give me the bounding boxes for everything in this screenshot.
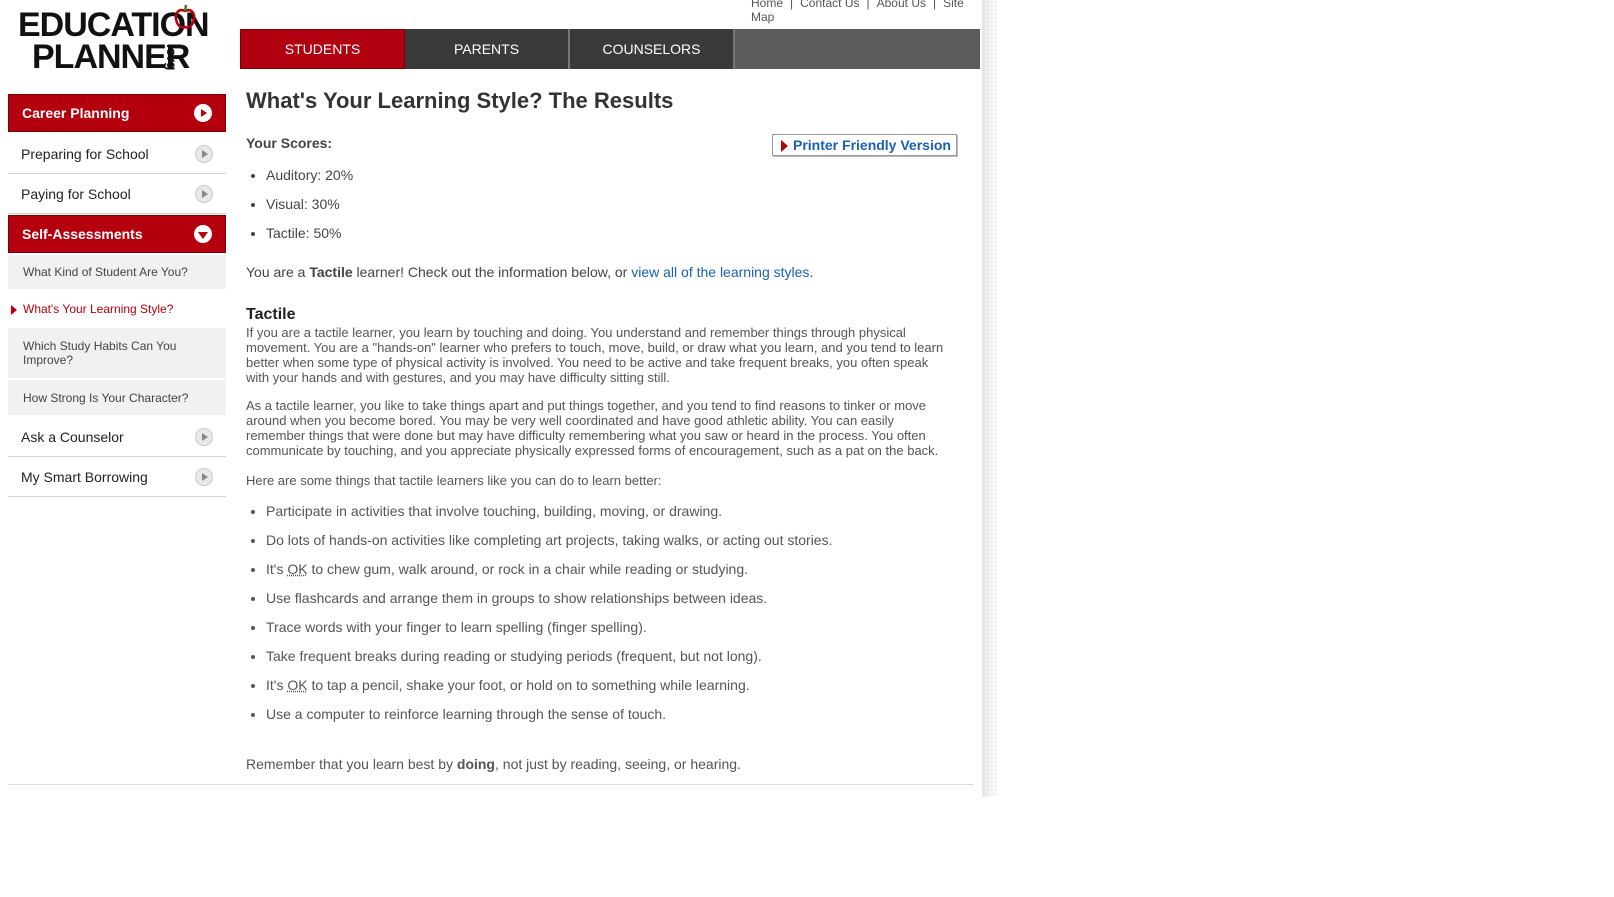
play-icon <box>194 104 212 122</box>
sidebar-item-label: Self-Assessments <box>22 226 143 242</box>
list-item: Do lots of hands-on activities like comp… <box>266 532 832 561</box>
score-label: Tactile: <box>266 225 310 241</box>
footer-divider <box>8 784 974 785</box>
list-item: Use flashcards and arrange them in group… <box>266 590 832 619</box>
closing-end: , not just by reading, seeing, or hearin… <box>495 756 741 772</box>
list-item: It's OK to tap a pencil, shake your foot… <box>266 677 832 706</box>
paragraph-3: Here are some things that tactile learne… <box>246 473 662 488</box>
its-text: It's <box>266 677 284 693</box>
closing-pre: Remember that you learn best by <box>246 756 457 772</box>
tab-parents[interactable]: PARENTS <box>405 29 570 69</box>
sidebar-item-label: Career Planning <box>22 105 130 121</box>
score-label: Visual: <box>266 196 308 212</box>
section-title: Tactile <box>246 306 296 323</box>
separator: | <box>790 0 794 10</box>
main-nav-tabs: STUDENTS PARENTS COUNSELORS <box>240 29 980 69</box>
closing-text: Remember that you learn best by doing, n… <box>246 756 741 772</box>
play-icon <box>195 467 213 486</box>
play-icon <box>195 427 213 446</box>
sidebar-item-paying-for-school[interactable]: Paying for School <box>8 174 226 214</box>
list-item: Auditory: 20% <box>266 167 353 196</box>
score-value: 20% <box>325 167 354 183</box>
page-title: What's Your Learning Style? The Results <box>246 88 674 113</box>
sub-item-character[interactable]: How Strong Is Your Character? <box>8 380 226 417</box>
sub-item-learning-style[interactable]: What's Your Learning Style? <box>8 291 226 328</box>
page: EDUCATION PLANNER .org Home | Contact Us | A… <box>0 0 982 797</box>
view-all-learning-styles-link[interactable]: view all of the learning styles <box>631 264 809 280</box>
list-item: Participate in activities that involve t… <box>266 503 832 532</box>
scores-list: Auditory: 20% Visual: 30% Tactile: 50% <box>246 167 353 254</box>
sidebar-item-self-assessments[interactable]: Self-Assessments <box>8 215 226 253</box>
tip-text: to chew gum, walk around, or rock in a c… <box>311 561 749 577</box>
tab-students[interactable]: STUDENTS <box>240 29 405 69</box>
ok-abbr: OK <box>287 561 308 577</box>
tip-text: to tap a pencil, shake your foot, or hol… <box>311 677 750 693</box>
play-icon <box>195 184 213 203</box>
paragraph-2: As a tactile learner, you like to take t… <box>246 398 939 458</box>
sidebar: Career Planning Preparing for School Pay… <box>8 94 226 497</box>
list-item: It's OK to chew gum, walk around, or roc… <box>266 561 832 590</box>
home-link[interactable]: Home <box>751 0 783 10</box>
list-item: Trace words with your finger to learn sp… <box>266 619 832 648</box>
closing-bold: doing <box>456 756 495 772</box>
printer-friendly-button[interactable]: Printer Friendly Version <box>772 134 957 156</box>
sidebar-item-label: Paying for School <box>21 185 131 202</box>
result-intro: You are a Tactile learner! Check out the… <box>246 264 813 280</box>
learning-style-result: Tactile <box>309 264 353 280</box>
ok-abbr: OK <box>287 677 308 693</box>
page-gutter <box>982 0 998 797</box>
play-icon <box>195 144 213 163</box>
score-value: 30% <box>311 196 340 212</box>
chevron-down-icon <box>194 225 212 243</box>
education-planner-logo[interactable]: EDUCATION PLANNER .org <box>18 4 218 74</box>
sidebar-item-career-planning[interactable]: Career Planning <box>8 94 226 132</box>
separator: | <box>866 0 870 10</box>
score-label: Auditory: <box>266 167 322 183</box>
apple-icon <box>174 4 196 29</box>
sidebar-item-my-smart-borrowing[interactable]: My Smart Borrowing <box>8 457 226 497</box>
separator: | <box>932 0 937 10</box>
sidebar-item-ask-a-counselor[interactable]: Ask a Counselor <box>8 417 226 457</box>
sub-item-student-kind[interactable]: What Kind of Student Are You? <box>8 255 226 291</box>
tips-list: Participate in activities that involve t… <box>246 503 832 735</box>
top-links: Home | Contact Us | About Us | Site Map <box>751 0 982 24</box>
list-item: Visual: 30% <box>266 196 353 225</box>
intro-text: . <box>809 264 814 280</box>
scores-label: Your Scores: <box>246 135 333 151</box>
about-us-link[interactable]: About Us <box>877 0 926 10</box>
list-item: Use a computer to reinforce learning thr… <box>266 706 832 735</box>
sidebar-item-preparing-for-school[interactable]: Preparing for School <box>8 134 226 174</box>
sub-item-study-habits[interactable]: Which Study Habits Can You Improve? <box>8 328 226 380</box>
its-text: It's <box>266 561 284 577</box>
score-value: 50% <box>313 225 342 241</box>
sidebar-item-label: Ask a Counselor <box>21 428 124 445</box>
sidebar-item-label: My Smart Borrowing <box>21 468 148 485</box>
paragraph-1: If you are a tactile learner, you learn … <box>246 325 944 385</box>
sidebar-item-label: Preparing for School <box>21 145 149 162</box>
main-content: What's Your Learning Style? The Results … <box>246 88 957 772</box>
list-item: Tactile: 50% <box>266 225 353 254</box>
tab-counselors[interactable]: COUNSELORS <box>570 29 735 69</box>
logo-org: .org <box>164 44 180 71</box>
intro-text: learner! Check out the information below… <box>352 264 632 280</box>
intro-text: You are a <box>246 264 310 280</box>
list-item: Take frequent breaks during reading or s… <box>266 648 832 677</box>
contact-us-link[interactable]: Contact Us <box>800 0 859 10</box>
